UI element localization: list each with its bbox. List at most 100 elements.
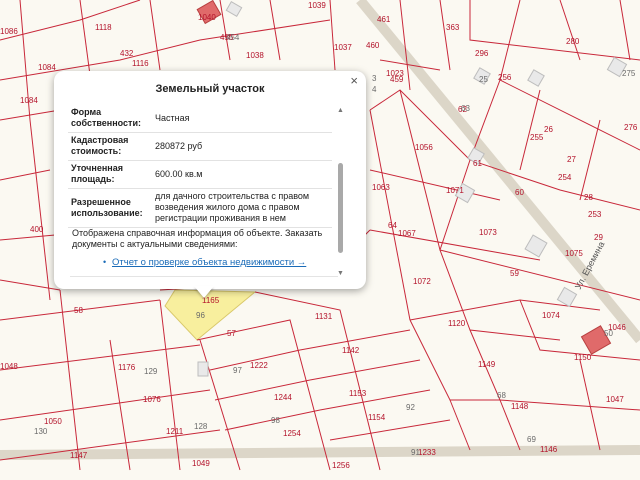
scrollbar-thumb[interactable] — [338, 163, 343, 253]
parcel-number-label: 27 — [567, 155, 576, 164]
parcel-number-label: 461 — [377, 15, 391, 24]
info-key: Кадастровая стоимость: — [68, 132, 152, 161]
scroll-down-arrow-icon[interactable]: ▼ — [337, 270, 344, 277]
parcel-number-label: 1084 — [38, 63, 56, 72]
parcel-number-label: 58 — [74, 306, 83, 315]
parcel-number-label: 460 — [366, 41, 380, 50]
house-number-label: 128 — [194, 422, 208, 431]
parcel-number-label: 1038 — [246, 51, 264, 60]
house-number-label: 96 — [196, 311, 205, 320]
parcel-number-label: 1074 — [542, 311, 560, 320]
house-number-label: 91 — [411, 448, 420, 457]
parcel-number-label: 28 — [584, 193, 593, 202]
parcel-number-label: 1048 — [0, 362, 18, 371]
parcel-number-label: 1067 — [398, 229, 416, 238]
parcel-number-label: 1063 — [372, 183, 390, 192]
info-row-permitted-use: Разрешенное использование: для дачного с… — [68, 188, 332, 228]
parcel-number-label: 1153 — [349, 389, 367, 398]
parcel-number-label: 1037 — [334, 43, 352, 52]
divider — [70, 276, 338, 277]
building — [197, 361, 209, 377]
parcel-number-label: 296 — [475, 49, 489, 58]
bullet-icon: • — [103, 257, 107, 267]
parcel-number-label: 1233 — [418, 448, 436, 457]
parcel-number-label: 1084 — [20, 96, 38, 105]
parcel-number-label: 1076 — [143, 395, 161, 404]
info-row-ownership: Форма собственности: Частная — [68, 105, 332, 133]
parcel-number-label: 1142 — [342, 346, 360, 355]
info-key: Разрешенное использование: — [68, 188, 152, 228]
popup-pointer — [194, 286, 214, 298]
parcel-number-label: 1150 — [574, 353, 592, 362]
house-number-label: 4 — [372, 85, 377, 94]
info-row-area: Уточненная площадь: 600.00 кв.м — [68, 160, 332, 189]
parcel-number-label: 1148 — [511, 402, 529, 411]
info-key: Уточненная площадь: — [68, 160, 152, 189]
house-number-label: 92 — [406, 403, 415, 412]
parcel-number-label: 432 — [120, 49, 134, 58]
info-value: 600.00 кв.м — [152, 160, 332, 189]
parcel-number-label: 363 — [446, 23, 460, 32]
parcel-number-label: 61 — [473, 159, 482, 168]
parcel-number-label: 459 — [390, 75, 404, 84]
house-number-label: 25 — [479, 75, 488, 84]
parcel-number-label: 1222 — [250, 361, 268, 370]
info-value: Частная — [152, 105, 332, 133]
parcel-number-label: 1071 — [446, 186, 464, 195]
parcel-number-label: 1254 — [283, 429, 301, 438]
scroll-up-arrow-icon[interactable]: ▲ — [337, 107, 344, 114]
parcel-number-label: 60 — [515, 188, 524, 197]
info-key: Форма собственности: — [68, 105, 152, 133]
parcel-number-label: 1256 — [332, 461, 350, 470]
reference-note: Отображена справочная информация об объе… — [72, 228, 323, 249]
house-number-label: 129 — [144, 367, 158, 376]
parcel-number-label: 59 — [510, 269, 519, 278]
parcel-number-label: 1149 — [478, 360, 496, 369]
parcel-number-label: 1147 — [70, 451, 88, 460]
parcel-number-label: 1244 — [274, 393, 292, 402]
house-number-label: 98 — [271, 416, 280, 425]
house-number-label: 68 — [497, 391, 506, 400]
parcel-number-label: 1040 — [198, 13, 216, 22]
parcel-number-label: 1047 — [606, 395, 624, 404]
info-value: 280872 руб — [152, 132, 332, 161]
house-number-label: 3 — [372, 74, 377, 83]
parcel-number-label: 1146 — [540, 445, 558, 454]
report-link[interactable]: Отчет о проверке объекта недвижимости → — [112, 257, 306, 268]
parcel-number-label: 254 — [558, 173, 572, 182]
parcel-number-label: 1050 — [44, 417, 62, 426]
close-icon[interactable]: × — [350, 74, 358, 88]
parcel-number-label: 1176 — [118, 363, 136, 372]
popup-title: Земельный участок — [155, 83, 265, 95]
parcel-number-label: 1118 — [95, 23, 112, 32]
house-number-label: 130 — [34, 427, 48, 436]
parcel-number-label: 1049 — [192, 459, 210, 468]
parcel-number-label: 1131 — [315, 312, 333, 321]
parcel-number-label: 1039 — [308, 1, 326, 10]
parcel-number-label: 1116 — [132, 59, 149, 68]
parcel-number-label: 276 — [624, 123, 638, 132]
parcel-number-label: 64 — [388, 221, 397, 230]
parcel-number-label: 1120 — [448, 319, 466, 328]
parcel-number-label: 1154 — [368, 413, 386, 422]
house-number-label: 454 — [226, 33, 240, 42]
parcel-number-label: 1075 — [565, 249, 583, 258]
parcel-number-label: 57 — [227, 329, 236, 338]
parcel-number-label: 253 — [588, 210, 602, 219]
house-number-label: 50 — [604, 329, 613, 338]
parcel-info-table: Форма собственности: Частная Кадастровая… — [68, 105, 332, 228]
parcel-number-label: 1073 — [479, 228, 497, 237]
info-value: для дачного строительства с правом возве… — [152, 188, 332, 228]
info-row-cadastral-value: Кадастровая стоимость: 280872 руб — [68, 132, 332, 161]
house-number-label: 63 — [461, 104, 470, 113]
house-number-label: 275 — [622, 69, 636, 78]
parcel-number-label: 280 — [566, 37, 580, 46]
parcel-number-label: 1086 — [0, 27, 18, 36]
house-number-label: 69 — [527, 435, 536, 444]
house-number-label: 97 — [233, 366, 242, 375]
parcel-number-label: 400 — [30, 225, 44, 234]
parcel-number-label: 1056 — [415, 143, 433, 152]
parcel-number-label: 255 — [530, 133, 544, 142]
parcel-number-label: 1211 — [166, 427, 184, 436]
parcel-number-label: 256 — [498, 73, 512, 82]
